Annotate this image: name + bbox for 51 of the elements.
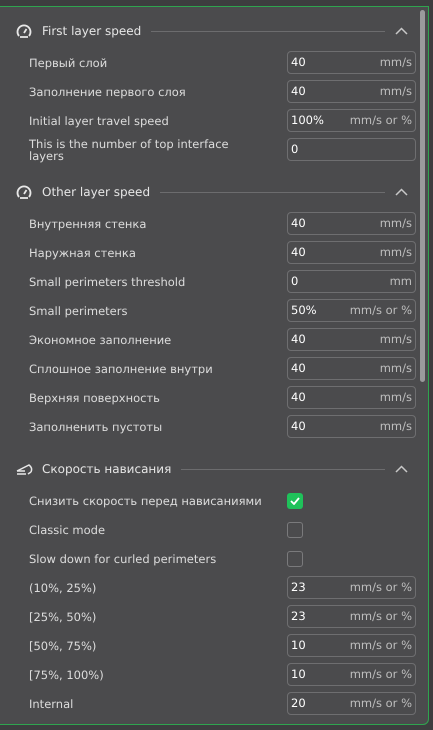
section-title: Скорость нависания (42, 461, 172, 478)
checkmark-icon (290, 496, 300, 504)
value-field[interactable]: 10 mm/s or % (287, 634, 416, 657)
value-field[interactable]: 40 mm/s (287, 415, 416, 438)
setting-label: [75%, 100%) (29, 668, 105, 680)
collapse-chevron-icon[interactable] (395, 465, 408, 473)
setting-label: This is the number of top interface layers (29, 138, 230, 162)
setting-label: Slow down for curled perimeters (29, 552, 218, 564)
setting-label: [50%, 75%) (29, 640, 98, 652)
value-field[interactable]: 40 mm/s (287, 357, 416, 380)
setting-label: Верхняя поверхность (29, 392, 161, 404)
setting-label: Сплошное заполнение внутри (29, 362, 214, 374)
setting-label: Внутренняя стенка (29, 218, 148, 230)
setting-label: Снизить скорость перед нависаниями (29, 494, 263, 506)
checkbox[interactable] (287, 522, 303, 538)
section-title: First layer speed (42, 23, 142, 40)
value-field[interactable]: 40 mm/s (287, 212, 416, 235)
checkbox[interactable] (287, 550, 303, 566)
setting-label: Заполненить пустоты (29, 420, 164, 432)
value-field[interactable]: 40 mm/s (287, 328, 416, 351)
setting-label: Initial layer travel speed (29, 114, 170, 126)
setting-label: [25%, 50%) (29, 610, 98, 622)
section-title: Other layer speed (42, 184, 150, 201)
setting-label: Classic mode (29, 524, 106, 536)
value-field[interactable]: 0 mm (287, 270, 416, 293)
setting-label: (10%, 25%) (29, 582, 98, 594)
setting-label: Small perimeters (29, 304, 128, 316)
gauge-icon (16, 185, 32, 199)
scrollbar-thumb[interactable] (420, 10, 425, 382)
checkbox[interactable] (287, 492, 303, 508)
value-field[interactable]: 40 mm/s (287, 80, 416, 103)
gauge-icon (16, 24, 32, 38)
value-field[interactable]: 50% mm/s or % (287, 299, 416, 322)
setting-label: Internal (29, 698, 74, 710)
setting-label: Заполнение первого слоя (29, 86, 187, 98)
value-field[interactable]: 10 mm/s or % (287, 663, 416, 686)
value-field[interactable]: 40 mm/s (287, 241, 416, 264)
value-field[interactable]: 0 (287, 138, 416, 161)
value-field[interactable]: 40 mm/s (287, 386, 416, 409)
setting-label: Small perimeters threshold (29, 276, 186, 288)
collapse-chevron-icon[interactable] (395, 27, 408, 35)
setting-label: Экономное заполнение (29, 334, 172, 346)
value-field[interactable]: 40 mm/s (287, 51, 416, 74)
value-field[interactable]: 23 mm/s or % (287, 576, 416, 599)
value-field[interactable]: 20 mm/s or % (287, 692, 416, 715)
setting-label: Первый слой (29, 56, 108, 68)
overhang-icon (16, 462, 34, 476)
setting-label: Наружная стенка (29, 246, 137, 258)
value-field[interactable]: 100% mm/s or % (287, 109, 416, 132)
collapse-chevron-icon[interactable] (395, 188, 408, 196)
value-field[interactable]: 23 mm/s or % (287, 605, 416, 628)
